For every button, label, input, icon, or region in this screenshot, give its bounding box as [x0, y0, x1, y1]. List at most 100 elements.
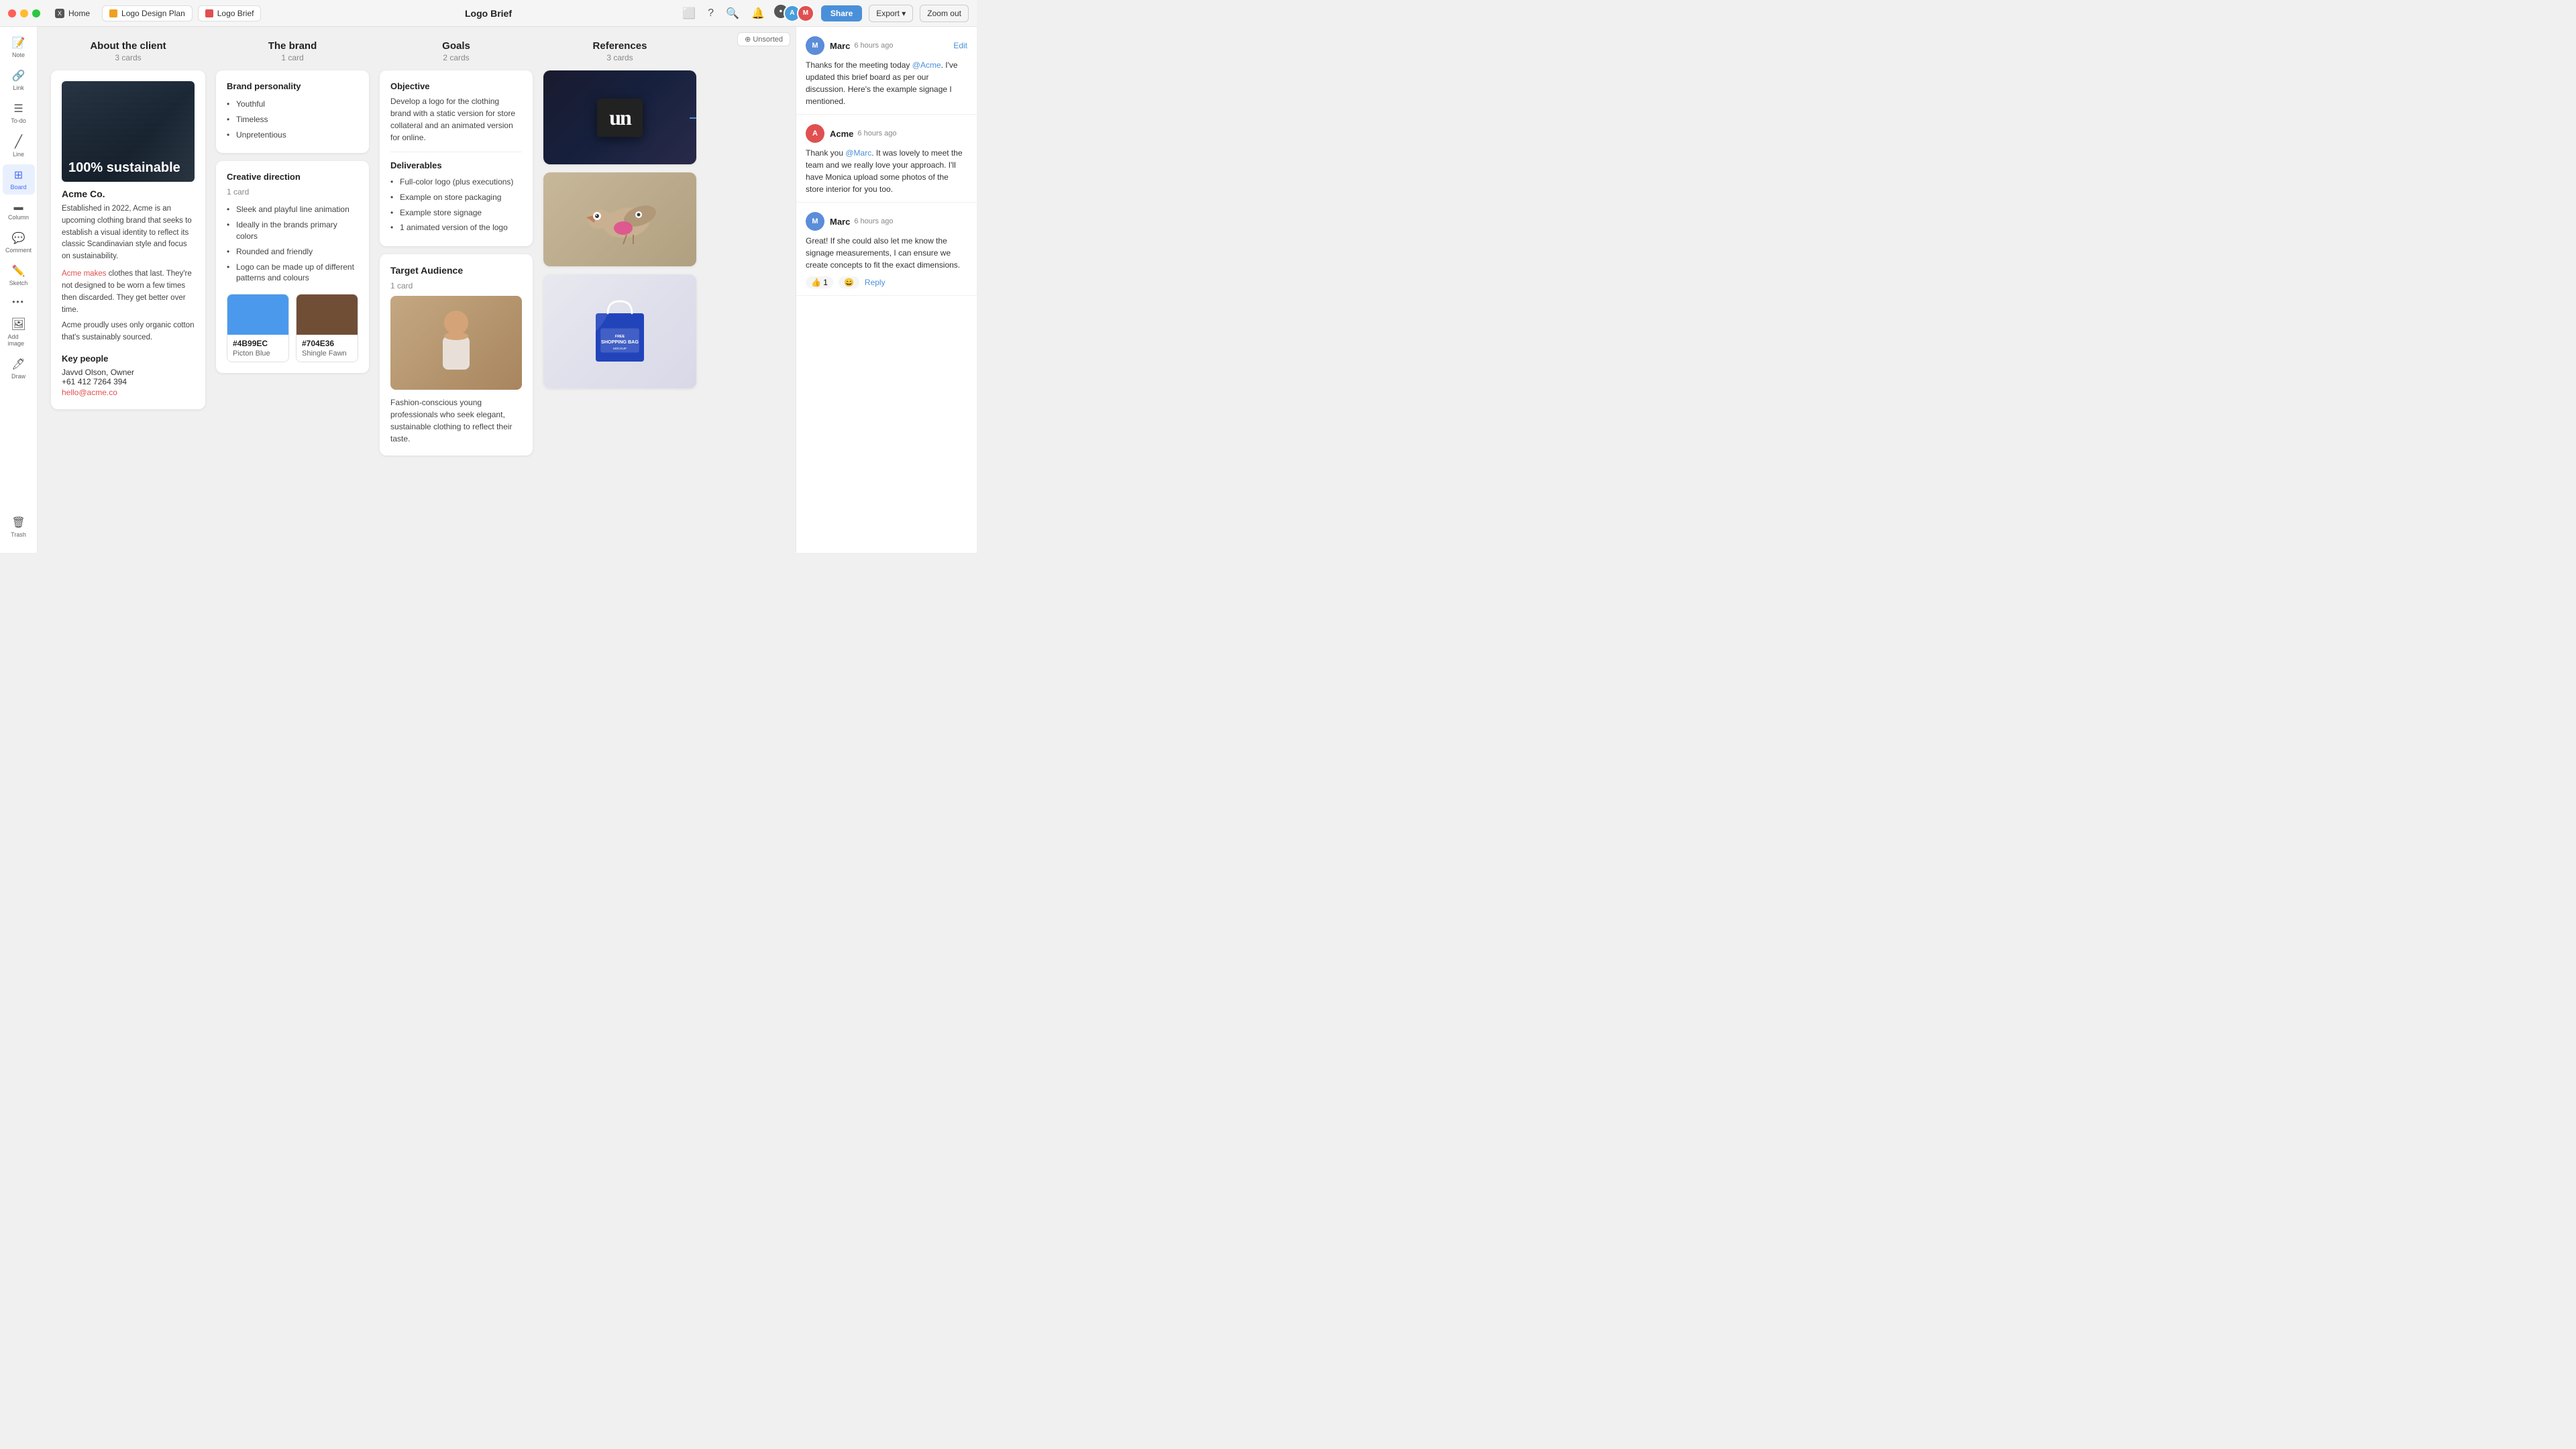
- comment-time-1: 6 hours ago: [854, 42, 893, 50]
- search-button[interactable]: 🔍: [723, 4, 742, 23]
- swatch-hex-blue: #4B99EC: [233, 339, 283, 348]
- creative-direction-list: Sleek and playful line animation Ideally…: [227, 202, 358, 286]
- about-desc-text1: Established in 2022, Acme is an upcoming…: [62, 205, 192, 260]
- help-button[interactable]: ?: [705, 5, 716, 22]
- reaction-thumbs-up[interactable]: 👍 1: [806, 276, 833, 288]
- reply-button[interactable]: Reply: [865, 278, 885, 287]
- note-icon: 📝: [12, 36, 25, 50]
- about-client-desc2: Acme makes clothes that last. They're no…: [62, 268, 195, 316]
- share-button[interactable]: Share: [821, 5, 862, 21]
- trash-label: Trash: [11, 531, 26, 538]
- note-label: Note: [12, 52, 25, 58]
- swatch-color-blue: [227, 294, 288, 335]
- signage-image: un: [543, 70, 696, 164]
- export-button[interactable]: Export ▾: [869, 5, 913, 22]
- column-goals-header: Goals 2 cards: [380, 40, 533, 62]
- column-about: About the client 3 cards 100% sustainabl…: [51, 40, 205, 417]
- audience-text: Fashion-conscious young professionals wh…: [390, 396, 522, 445]
- board-label: Board: [10, 184, 26, 191]
- add-image-icon: 🖼: [11, 317, 26, 331]
- sidebar-item-todo[interactable]: ☰ To-do: [3, 98, 35, 128]
- comment-mention-2: @Marc: [845, 148, 871, 158]
- deliverable-4: 1 animated version of the logo: [390, 220, 522, 235]
- deliverable-2: Example on store packaging: [390, 190, 522, 205]
- board-icon: ⊞: [14, 168, 23, 182]
- home-icon: X: [55, 9, 64, 18]
- brand-personality-card: Brand personality Youthful Timeless Unpr…: [216, 70, 369, 153]
- about-desc-highlight: Acme makes: [62, 270, 106, 278]
- audience-title: Target Audience: [390, 265, 522, 276]
- comment-item-2: A Acme 6 hours ago Thank you @Marc. It w…: [796, 115, 977, 203]
- line-icon: ╱: [15, 135, 22, 149]
- column-refs-title: References: [543, 40, 696, 52]
- title-bar: X Home Logo Design Plan Logo Brief Logo …: [0, 0, 977, 27]
- sidebar: 📝 Note 🔗 Link ☰ To-do ╱ Line ⊞ Board ▬ C…: [0, 27, 38, 553]
- tab-logo-brief[interactable]: Logo Brief: [198, 5, 262, 21]
- tab-logo-plan[interactable]: Logo Design Plan: [102, 5, 193, 21]
- sidebar-item-sketch[interactable]: ✏️ Sketch: [3, 260, 35, 290]
- comment-header-3: M Marc 6 hours ago: [806, 212, 967, 231]
- main-layout: 📝 Note 🔗 Link ☰ To-do ╱ Line ⊞ Board ▬ C…: [0, 27, 977, 553]
- creative-bullet-2: Ideally in the brands primary colors: [227, 217, 358, 244]
- swatch-info-blue: #4B99EC Picton Blue: [227, 335, 288, 362]
- sketch-label: Sketch: [9, 280, 28, 286]
- comments-panel: M Marc 6 hours ago Edit Thanks for the m…: [796, 27, 977, 553]
- tab-logo-plan-label: Logo Design Plan: [121, 9, 185, 18]
- brand-bullet-2: Timeless: [227, 112, 358, 127]
- tab-home[interactable]: X Home: [48, 6, 97, 21]
- column-about-title: About the client: [51, 40, 205, 52]
- minimize-button[interactable]: [20, 9, 28, 17]
- comment-avatar-marc-1: M: [806, 36, 824, 55]
- deliverable-1: Full-color logo (plus executions): [390, 174, 522, 190]
- draw-label: Draw: [11, 373, 25, 380]
- key-people-email[interactable]: hello@acme.co: [62, 388, 117, 397]
- sidebar-item-link[interactable]: 🔗 Link: [3, 65, 35, 95]
- creative-direction-card: Creative direction 1 card Sleek and play…: [216, 161, 369, 373]
- add-image-label: Add image: [8, 333, 30, 347]
- tab-home-label: Home: [68, 9, 90, 18]
- sidebar-item-draw[interactable]: 🖊 Draw: [3, 354, 35, 384]
- comment-header-1: M Marc 6 hours ago Edit: [806, 36, 967, 55]
- screen-record-button[interactable]: ⬜: [680, 4, 698, 23]
- about-img-text: 100% sustainable: [68, 160, 180, 175]
- reaction-smile[interactable]: 😄: [839, 276, 859, 288]
- brand-bullet-3: Unpretentious: [227, 127, 358, 143]
- creative-bullet-1: Sleek and playful line animation: [227, 202, 358, 217]
- link-icon: 🔗: [12, 69, 25, 83]
- swatch-name-brown: Shingle Fawn: [302, 350, 352, 358]
- notification-button[interactable]: 🔔: [749, 4, 767, 23]
- avatar-group: ⏺ A M: [774, 5, 814, 22]
- sidebar-item-trash[interactable]: 🗑 Trash: [3, 512, 35, 542]
- comment-avatar-marc-2: M: [806, 212, 824, 231]
- objective-text: Develop a logo for the clothing brand wi…: [390, 95, 522, 144]
- fullscreen-button[interactable]: [32, 9, 40, 17]
- refs-signage-card: un: [543, 70, 696, 164]
- sidebar-item-add-image[interactable]: 🖼 Add image: [3, 313, 35, 351]
- signage-box: un: [597, 99, 643, 137]
- zoom-button[interactable]: Zoom out: [920, 5, 969, 22]
- unsorted-badge[interactable]: ⊕ Unsorted: [737, 32, 790, 46]
- avatar-user3: M: [797, 5, 814, 22]
- comment-edit-1[interactable]: Edit: [953, 41, 967, 50]
- sidebar-item-note[interactable]: 📝 Note: [3, 32, 35, 62]
- about-client-desc3: Acme proudly uses only organic cotton th…: [62, 320, 195, 344]
- person-illustration: [429, 303, 483, 383]
- swatch-shingle-fawn: #704E36 Shingle Fawn: [296, 294, 358, 362]
- trash-icon: 🗑: [11, 516, 25, 529]
- deliverable-3: Example store signage: [390, 205, 522, 221]
- creative-direction-title: Creative direction: [227, 172, 358, 182]
- deliverables-title: Deliverables: [390, 160, 522, 170]
- sidebar-item-comment[interactable]: 💬 Comment: [3, 227, 35, 258]
- column-goals: Goals 2 cards Objective Develop a logo f…: [380, 40, 533, 464]
- close-button[interactable]: [8, 9, 16, 17]
- board: About the client 3 cards 100% sustainabl…: [51, 40, 782, 464]
- sidebar-item-board[interactable]: ⊞ Board: [3, 164, 35, 195]
- sidebar-item-more[interactable]: •••: [3, 293, 35, 311]
- audience-header: Target Audience 1 card: [390, 265, 522, 290]
- sidebar-item-column[interactable]: ▬ Column: [3, 197, 35, 225]
- arrow-line: [690, 117, 696, 119]
- comment-time-2: 6 hours ago: [857, 129, 896, 138]
- refs-bird-card: [543, 172, 696, 266]
- sidebar-item-line[interactable]: ╱ Line: [3, 131, 35, 162]
- column-brand-count: 1 card: [216, 53, 369, 62]
